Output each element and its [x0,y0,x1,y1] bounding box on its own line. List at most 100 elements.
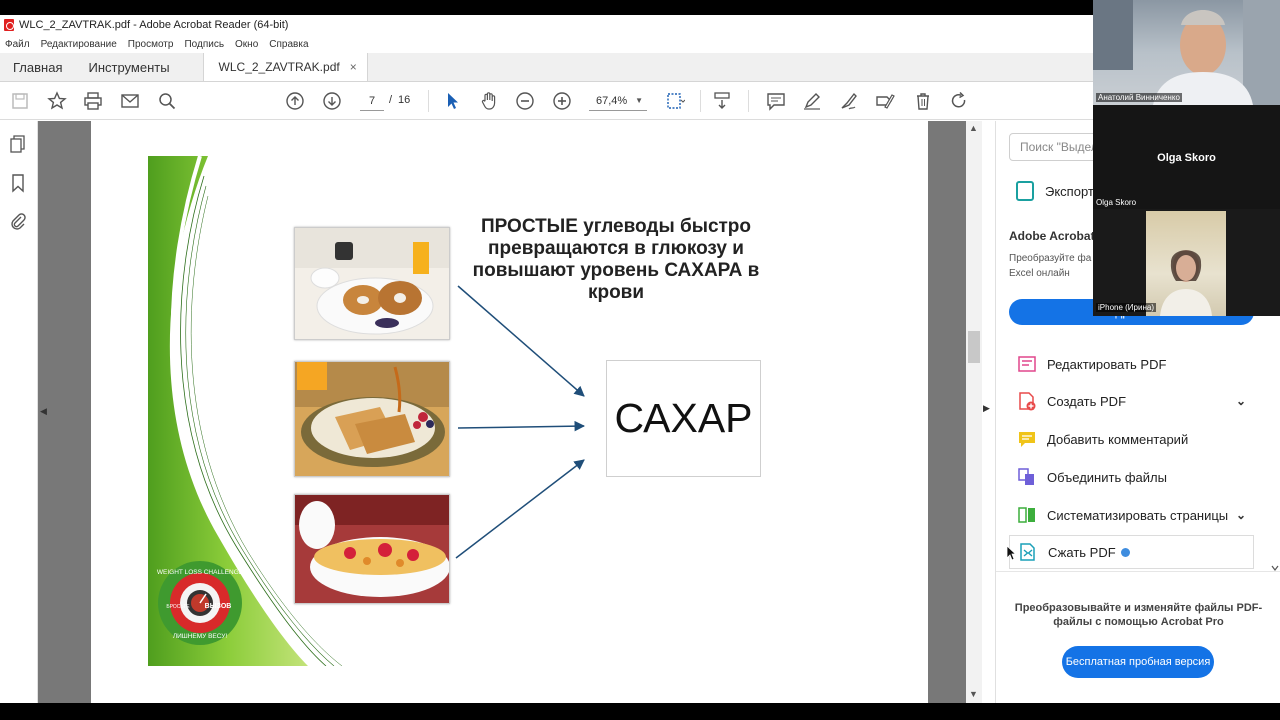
close-tab-icon[interactable]: × [350,60,357,74]
arrow-2 [457,420,586,432]
flow-arrows [455,285,586,559]
logo-bottom-text: ЛИШНЕМУ ВЕСУ! [173,633,228,640]
tools-pane-scrollbar[interactable] [1271,321,1279,571]
highlight-pen-icon[interactable] [801,90,823,112]
pdf-page: WEIGHT LOSS CHALLENGE ВЫЗОВ БРОСЬТЕ ЛИШН… [91,121,928,703]
screen-top-bar [0,0,1280,15]
edit-pdf-icon [1017,354,1037,374]
participant-video-3[interactable]: iPhone (Ирина) [1093,209,1280,316]
logo-top-text: WEIGHT LOSS CHALLENGE [157,569,244,576]
collapse-left-panel-icon[interactable]: ◀ [40,406,47,417]
tool-edit-pdf-label: Редактировать PDF [1047,356,1167,372]
toolbar-divider [428,90,429,112]
menu-edit[interactable]: Редактирование [41,39,117,50]
scroll-up-icon[interactable]: ▲ [969,123,978,133]
trash-icon[interactable] [912,90,934,112]
promo-text: Преобразуйте фа Excel онлайн [1009,253,1092,279]
previous-page-icon[interactable] [284,90,306,112]
tool-compress-pdf[interactable]: Сжать PDF [1009,535,1254,569]
tab-document-label: WLC_2_ZAVTRAK.pdf [218,60,340,74]
tool-combine-files[interactable]: Объединить файлы [1009,460,1254,494]
attachment-icon[interactable] [9,211,27,231]
participant-1-name: Анатолий Винниченко [1096,93,1182,102]
search-icon[interactable] [156,90,178,112]
participant-3-avatar [1160,250,1212,316]
free-trial-button[interactable]: Бесплатная пробная версия [1062,646,1214,678]
rotate-icon[interactable] [948,90,970,112]
email-icon[interactable] [119,90,141,112]
next-page-icon[interactable] [321,90,343,112]
select-cursor-icon[interactable] [441,90,463,112]
tool-create-pdf-label: Создать PDF [1047,393,1127,409]
toolbar: 7 / 16 67,4% ▼ [0,82,1280,120]
tools-pane-divider [996,571,1280,572]
fit-page-icon[interactable] [664,90,686,112]
tool-add-comment[interactable]: Добавить комментарий [1009,422,1254,456]
zoom-out-icon[interactable] [514,90,536,112]
acrobat-window: WLC_2_ZAVTRAK.pdf - Adobe Acrobat Reader… [0,0,1280,720]
tool-organize-pages[interactable]: Систематизировать страницы ⌄ [1009,498,1254,532]
zoom-level-value: 67,4% [596,95,628,107]
comment-icon[interactable] [765,90,787,112]
chevron-down-icon: ▼ [635,96,643,105]
scroll-mode-icon[interactable] [711,90,733,112]
chevron-down-icon[interactable]: ⌄ [1236,508,1246,522]
video-call-panel: Анатолий Винниченко Olga Skoro Olga Skor… [1093,0,1280,316]
tool-add-comment-label: Добавить комментарий [1047,431,1189,447]
mouse-pointer-icon [1006,545,1016,561]
page-number-input[interactable]: 7 [360,91,384,111]
bookmark-icon[interactable] [9,173,27,193]
participant-video-2[interactable]: Olga Skoro Olga Skoro [1093,105,1280,209]
combine-files-icon [1017,467,1037,487]
page-total: 16 [398,94,411,106]
menu-window[interactable]: Окно [235,39,258,50]
menu-file[interactable]: Файл [5,39,30,50]
collapse-right-panel-icon[interactable]: ▶ [983,403,990,414]
window-title: WLC_2_ZAVTRAK.pdf - Adobe Acrobat Reader… [19,19,289,31]
tab-tools[interactable]: Инструменты [75,53,182,81]
print-icon[interactable] [82,90,104,112]
fill-sign-icon[interactable] [874,90,896,112]
participant-video-1[interactable]: Анатолий Винниченко [1093,0,1280,105]
food-photo-bagels [294,227,450,340]
zoom-level-select[interactable]: 67,4% ▼ [589,91,647,111]
hand-tool-icon[interactable] [478,90,500,112]
scroll-down-icon[interactable]: ▼ [969,689,978,699]
comment-icon [1017,429,1037,449]
logo-side-text: БРОСЬТЕ [166,604,190,610]
chevron-down-icon[interactable]: ⌄ [1236,394,1246,408]
save-icon[interactable] [9,90,31,112]
zoom-in-icon[interactable] [551,90,573,112]
document-scrollbar[interactable]: ▲ ▼ [966,121,982,703]
document-viewer[interactable]: ◀ WEIGHT LOSS CHALLENGE ВЫЗОВ БРОСЬТЕ ЛИ… [38,121,966,703]
menu-help[interactable]: Справка [269,39,308,50]
tool-create-pdf[interactable]: Создать PDF ⌄ [1009,384,1254,418]
tool-combine-files-label: Объединить файлы [1047,469,1167,485]
pro-badge-icon [1120,547,1130,557]
acrobat-pro-text: Преобразовывайте и изменяйте файлы PDF-ф… [1014,602,1263,628]
menu-bar: Файл Редактирование Просмотр Подпись Окн… [0,35,1280,53]
arrow-1 [457,285,585,397]
acrobat-pdf-icon [4,19,14,31]
tool-edit-pdf[interactable]: Редактировать PDF [1009,347,1254,381]
tab-bar: Главная Инструменты WLC_2_ZAVTRAK.pdf × [0,53,1280,82]
export-icon [1016,181,1034,201]
compress-pdf-icon [1018,542,1038,562]
arrow-3 [455,459,585,559]
scrollbar-thumb[interactable] [968,331,980,363]
tool-organize-pages-label: Систематизировать страницы [1047,507,1229,523]
sign-icon[interactable] [838,90,860,112]
food-photo-toast [294,361,450,477]
menu-sign[interactable]: Подпись [184,39,224,50]
participant-1-avatar [1093,0,1280,105]
tab-document[interactable]: WLC_2_ZAVTRAK.pdf × [202,53,368,81]
sugar-box: САХАР [606,360,761,477]
tab-home[interactable]: Главная [0,53,75,81]
participant-2-name: Olga Skoro [1096,198,1137,207]
star-icon[interactable] [46,90,68,112]
menu-view[interactable]: Просмотр [128,39,174,50]
page-thumbnails-icon[interactable] [9,135,27,155]
export-pdf-tool[interactable]: Экспорт [1016,181,1094,201]
left-navigation-rail [0,121,38,703]
toolbar-divider [700,90,701,112]
